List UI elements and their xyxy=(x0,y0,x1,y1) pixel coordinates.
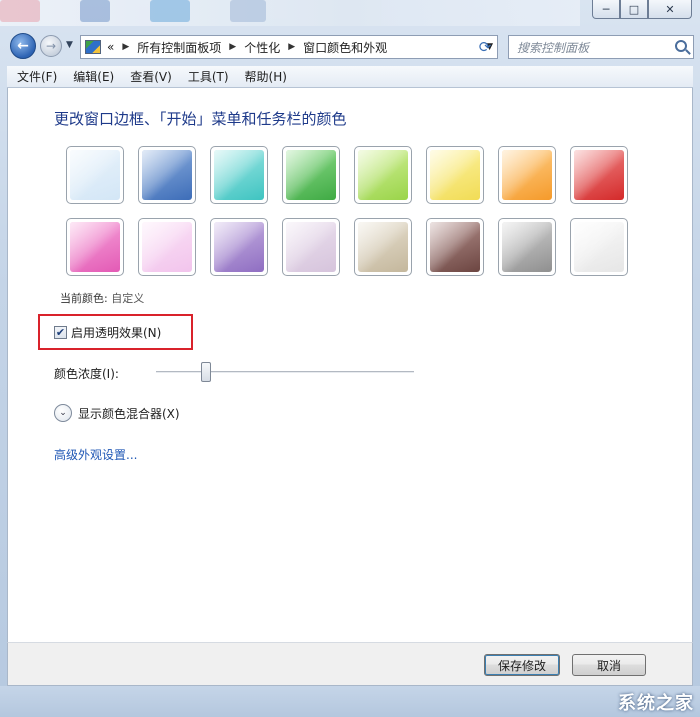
address-prefix[interactable]: « xyxy=(107,40,114,54)
color-swatch-twilight[interactable] xyxy=(138,146,196,204)
color-swatch-sky[interactable] xyxy=(66,146,124,204)
swatch-fill xyxy=(214,150,264,200)
swatch-fill xyxy=(358,222,408,272)
color-swatch-lemon[interactable] xyxy=(426,146,484,204)
swatch-fill xyxy=(142,222,192,272)
color-swatch-lavender[interactable] xyxy=(282,218,340,276)
swatch-fill xyxy=(286,222,336,272)
arrow-left-icon: ← xyxy=(17,38,29,54)
color-swatch-violet[interactable] xyxy=(210,218,268,276)
breadcrumb-separator-icon[interactable]: ▶ xyxy=(229,42,236,52)
breadcrumb-personalization[interactable]: 个性化 xyxy=(244,39,280,56)
breadcrumb-separator-icon[interactable]: ▶ xyxy=(288,42,295,52)
menu-tools[interactable]: 工具(T) xyxy=(188,68,229,85)
breadcrumb-window-color[interactable]: 窗口颜色和外观 xyxy=(303,39,387,56)
search-input[interactable]: 搜索控制面板 xyxy=(508,35,694,59)
swatch-fill xyxy=(70,222,120,272)
transparency-label[interactable]: 启用透明效果(N) xyxy=(71,324,161,341)
address-row: ← → ▼ « ▶ 所有控制面板项 ▶ 个性化 ▶ 窗口颜色和外观 ▼ ⟳ 搜索… xyxy=(6,30,694,62)
chevron-down-icon: ▼ xyxy=(66,40,73,50)
watermark-logo: 系统之家 xyxy=(618,693,694,714)
current-color-value: 自定义 xyxy=(111,292,145,305)
back-button[interactable]: ← xyxy=(10,33,36,59)
refresh-icon: ⟳ xyxy=(478,38,492,56)
color-swatch-sea[interactable] xyxy=(210,146,268,204)
content-pane: 更改窗口边框、「开始」菜单和任务栏的颜色 当前颜色: 自定义 ✔ 启用透明效果(… xyxy=(7,88,693,642)
current-color: 当前颜色: 自定义 xyxy=(60,290,144,306)
page-title: 更改窗口边框、「开始」菜单和任务栏的颜色 xyxy=(54,110,347,128)
footer: 保存修改 取消 xyxy=(7,642,693,686)
breadcrumb-all-items[interactable]: 所有控制面板项 xyxy=(137,39,221,56)
transparency-checkbox[interactable]: ✔ xyxy=(54,325,67,339)
search-placeholder: 搜索控制面板 xyxy=(517,40,590,55)
color-swatch-slate[interactable] xyxy=(498,218,556,276)
swatch-fill xyxy=(574,222,624,272)
swatch-fill xyxy=(502,222,552,272)
menu-view[interactable]: 查看(V) xyxy=(130,68,172,85)
color-swatch-leaf[interactable] xyxy=(282,146,340,204)
color-intensity-label: 颜色浓度(I): xyxy=(54,367,119,381)
caption-buttons: ─ □ ✕ xyxy=(592,0,692,19)
cancel-button[interactable]: 取消 xyxy=(572,654,646,676)
search-icon[interactable] xyxy=(675,40,687,52)
minimize-button[interactable]: ─ xyxy=(592,0,620,19)
window-bottom-border: 系统之家 xyxy=(0,686,700,717)
color-swatch-ruby[interactable] xyxy=(570,146,628,204)
close-button[interactable]: ✕ xyxy=(648,0,692,19)
slider-thumb[interactable] xyxy=(201,362,211,382)
save-button[interactable]: 保存修改 xyxy=(484,654,560,676)
color-swatch-blush[interactable] xyxy=(138,218,196,276)
swatch-fill xyxy=(286,150,336,200)
desktop-peek xyxy=(0,0,580,26)
color-swatch-frost[interactable] xyxy=(570,218,628,276)
window-frame: ─ □ ✕ ← → ▼ « ▶ 所有控制面板项 ▶ 个性化 ▶ 窗口颜色和外观 … xyxy=(0,0,700,717)
refresh-button[interactable]: ⟳ xyxy=(476,38,494,56)
swatch-fill xyxy=(358,150,408,200)
color-swatch-taupe[interactable] xyxy=(354,218,412,276)
current-color-label: 当前颜色: xyxy=(60,292,108,305)
transparency-highlight: ✔ 启用透明效果(N) xyxy=(38,314,193,350)
color-intensity-slider[interactable] xyxy=(156,362,414,382)
menu-edit[interactable]: 编辑(E) xyxy=(73,68,114,85)
address-bar[interactable]: « ▶ 所有控制面板项 ▶ 个性化 ▶ 窗口颜色和外观 ▼ xyxy=(80,35,498,59)
color-swatch-fuchsia[interactable] xyxy=(66,218,124,276)
swatch-fill xyxy=(142,150,192,200)
menu-help[interactable]: 帮助(H) xyxy=(245,68,287,85)
swatch-fill xyxy=(430,150,480,200)
swatch-fill xyxy=(70,150,120,200)
color-swatch-lime[interactable] xyxy=(354,146,412,204)
swatch-fill xyxy=(574,150,624,200)
color-swatch-chocolate[interactable] xyxy=(426,218,484,276)
menu-file[interactable]: 文件(F) xyxy=(17,68,57,85)
breadcrumb-separator-icon[interactable]: ▶ xyxy=(122,42,129,52)
color-mixer-label[interactable]: 显示颜色混合器(X) xyxy=(78,405,180,422)
forward-button[interactable]: → xyxy=(40,35,62,57)
control-panel-icon xyxy=(85,40,101,54)
maximize-button[interactable]: □ xyxy=(620,0,648,19)
swatch-fill xyxy=(214,222,264,272)
menu-bar: 文件(F) 编辑(E) 查看(V) 工具(T) 帮助(H) xyxy=(7,66,693,88)
swatch-fill xyxy=(430,222,480,272)
recent-pages-dropdown[interactable]: ▼ xyxy=(66,40,73,50)
arrow-right-icon: → xyxy=(45,39,57,53)
color-swatch-pumpkin[interactable] xyxy=(498,146,556,204)
chevron-down-icon[interactable]: ⌄ xyxy=(54,404,72,422)
swatch-fill xyxy=(502,150,552,200)
color-mixer-toggle[interactable]: ⌄ 显示颜色混合器(X) xyxy=(54,404,180,422)
advanced-appearance-link[interactable]: 高级外观设置... xyxy=(54,446,137,463)
